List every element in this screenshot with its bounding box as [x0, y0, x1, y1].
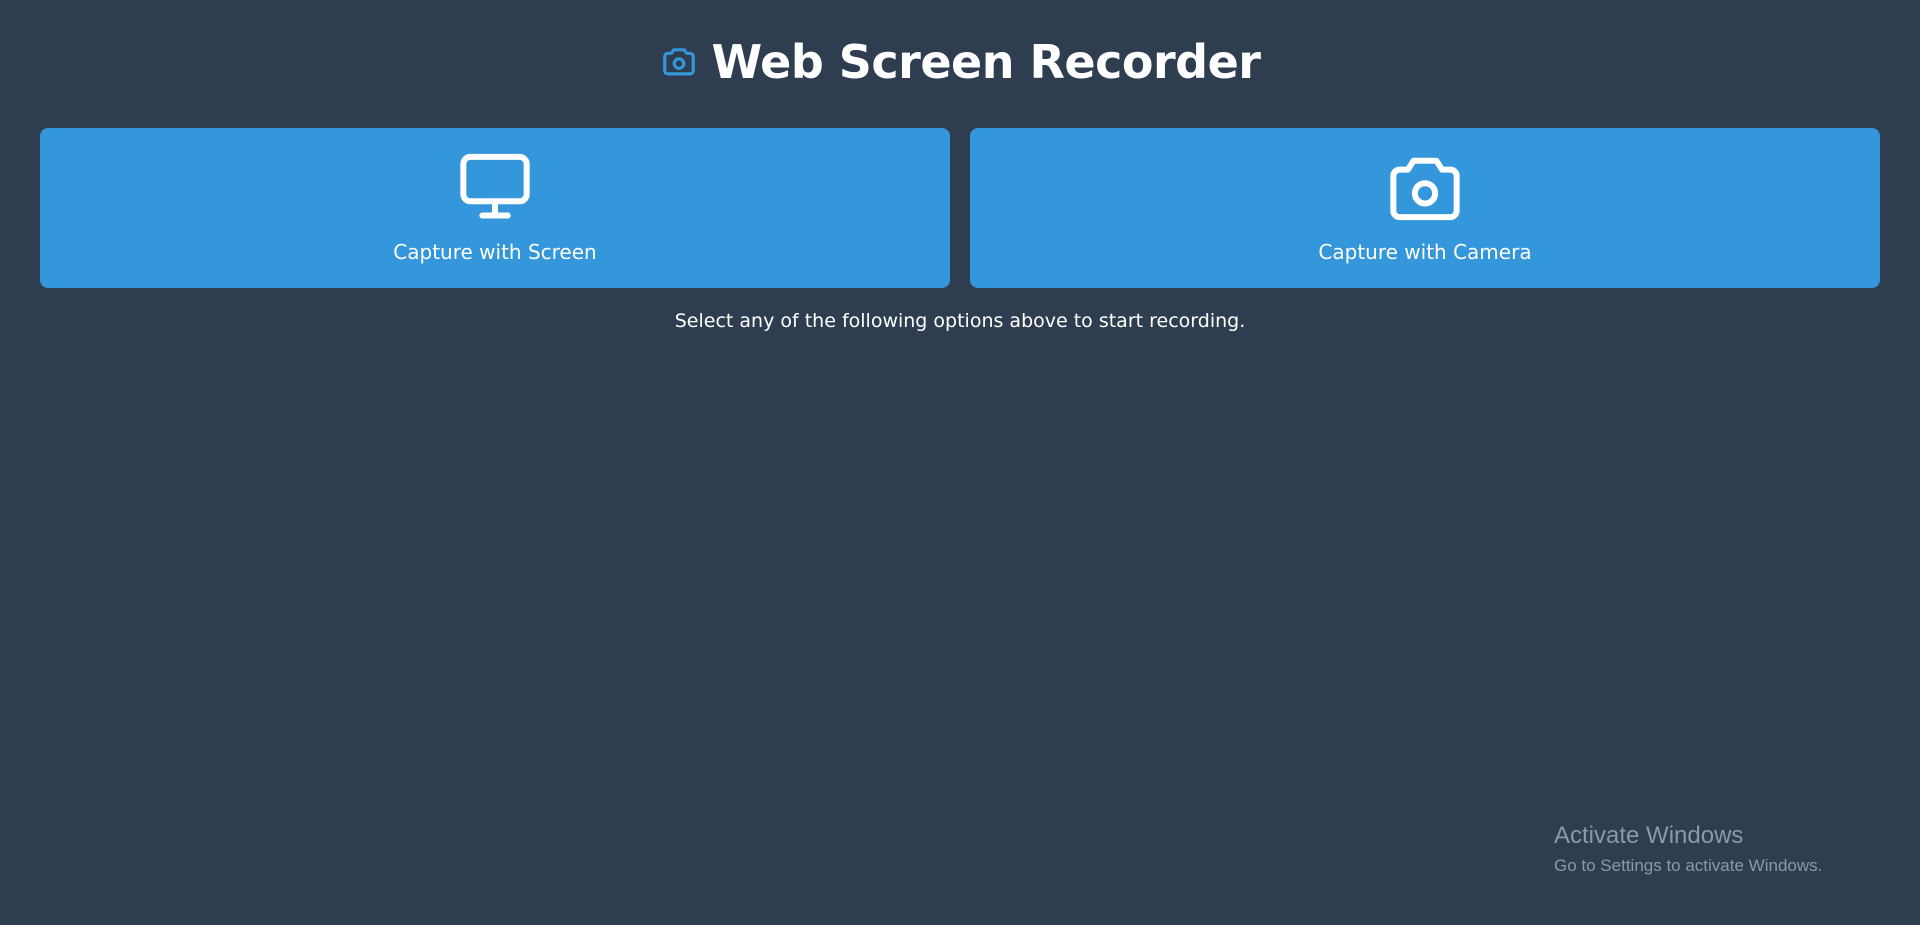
- watermark-subtitle: Go to Settings to activate Windows.: [1554, 856, 1823, 875]
- capture-camera-button[interactable]: Capture with Camera: [970, 128, 1880, 288]
- windows-activation-watermark: Activate Windows Go to Settings to activ…: [1554, 822, 1822, 878]
- capture-camera-label: Capture with Camera: [1318, 240, 1532, 264]
- instruction-text: Select any of the following options abov…: [674, 310, 1246, 332]
- watermark-title: Activate Windows: [1554, 822, 1744, 849]
- page-header: Web Screen Recorder: [0, 32, 1920, 92]
- camera-icon: [660, 43, 698, 81]
- camera-icon: [1387, 152, 1463, 222]
- capture-screen-button[interactable]: Capture with Screen: [40, 128, 950, 288]
- page: Web Screen Recorder Capture with Screen …: [0, 0, 1920, 925]
- capture-options: Capture with Screen Capture with Camera: [40, 128, 1880, 288]
- monitor-icon: [457, 152, 533, 222]
- capture-screen-label: Capture with Screen: [393, 240, 597, 264]
- page-title: Web Screen Recorder: [711, 35, 1261, 89]
